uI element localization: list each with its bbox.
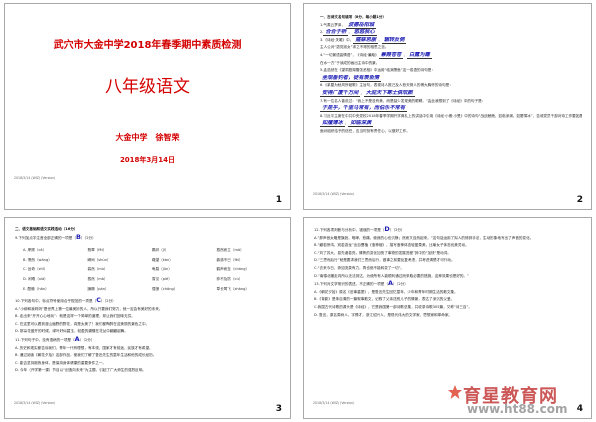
question-line: 如履薄冰，如临深渊 <box>320 120 374 128</box>
option-line: B. 通过阅读《朝花夕拾》这部作品，使我们了解了鲁迅先生的童年生活和他的成长经历… <box>15 353 157 358</box>
option-line: C.我国古代诗歌的源头是《诗经》，它是我国第一部诗歌总集，共收录诗歌305篇，又… <box>314 304 472 309</box>
question-line: 10.下列各句中，标点符号使用合乎规范的一项是（C）（2分） <box>15 297 116 304</box>
option-line: D.“南辕北辙走向所以无法到达，为使所有人能顺利通过而采取必要的措施，这种效果也… <box>314 273 469 278</box>
option-line: D. 今年（开学第一课）节目以“创造向未来”为主题，引起了广大师生的强烈反响。 <box>15 368 146 373</box>
question-line: 1.气蒸云梦泽， 波撼岳阳城 <box>320 21 377 29</box>
exam-date: 2018年3月14日 <box>119 156 176 164</box>
answer-text: 寤寐思服 <box>353 36 379 44</box>
slide-4-text: 12.下列各项判断与分析中，错误的一项是（D）（2分） A.“那声音太略是旗浪，… <box>314 226 584 319</box>
option-line: C.“去来今日，奔如流泉有力，再也绝不能转变了一切”。 <box>314 265 405 270</box>
slide-footer: 2018/3/14 (WIZ) (Version) <box>14 401 56 405</box>
option-row: E. 酣睡（hān） 蹒跚（pán） 憧憬（chōng） 草长莺飞（zhǎng） <box>23 286 249 291</box>
answer-text: 白露为霜 <box>406 51 432 59</box>
question-line: 11.下列句子中，没有语病的一项是（A）（2分） <box>15 335 95 343</box>
question-line: 在水一方”于读成的画出主诗中的景。 <box>320 60 380 65</box>
option-line: A.“那声音太略是旗浪，咆哮，悲痛，使我的心也沉静；然而又自然起来。”这句话运用… <box>314 235 534 240</box>
question-line: 于是乎，千里马常有，而伯乐不常有 <box>320 105 582 113</box>
option-grid: A. 摩擦（cā） 翡翠（fěi） 羁绊（jī） 蓦然而立（mò） B. 惘然（wǎn… <box>23 246 281 294</box>
option-line: A.“小柳和我妈妈”是世界上第一位最美妙的人，所以只要我们努力，就一定会有美好的… <box>15 306 163 311</box>
answer-text: 如履薄冰 <box>320 120 345 128</box>
option-row: D. 闲暇（xiá） 蓦然（mò） 瞥见（piē） 猝不及防（cù） <box>23 277 243 282</box>
option-line: A.《朝花夕拾》原名《旧事重提》，是鲁迅先生回忆童年、少年和青年时期生活的散文集… <box>314 289 458 294</box>
answer-text: 坐观垂钓者，徒有羡鱼情 <box>320 74 382 82</box>
section-heading: 一、古诗文名句填写（8分，每小题1分） <box>320 15 387 19</box>
slide-number: 3 <box>275 404 282 414</box>
option-row: A. 摩擦（cā） 翡翠（fěi） 羁绊（jī） 蓦然而立（mò） <box>23 248 244 253</box>
slide-number: 1 <box>275 195 282 205</box>
question-line: 3.《诗经·关雎》中， 寤寐思服，辗转反侧 <box>320 36 407 44</box>
question-line: 主人公对“窈窕淑女”求之不得的相思之苦。 <box>320 45 389 50</box>
question-line: 6.《茅屋为秋风所破歌》主旨句，表现诗人推己及人悲天悯人的博大胸怀的诗句是： <box>320 83 453 88</box>
slide-2-thumbnail[interactable]: 一、古诗文名句填写（8分，每小题1分） 1.气蒸云梦泽， 波撼岳阳城 2. 合合于… <box>303 3 592 210</box>
slide-1-thumbnail[interactable]: 武穴市大金中学2018年春季期中素质检测 八年级语文 大金中学 徐智荣 2018… <box>4 3 291 210</box>
option-line: D. 鲁迅，原名周树人，字豫才，浙江绍兴人，是现代伟大的文学家、思想家和革命家。 <box>314 312 453 317</box>
option-line: D.“三思而后行”就是要求我们三思而后行，做事之前要反复考虑，并考虑清楚才可行动… <box>314 258 455 263</box>
question-line: 13.下列对文学常识的表述，不正确的一项是（A）（2分） <box>314 280 408 288</box>
option-line: B. 走出来“开开心心地玩”：就是这样一个简单的道理，却让我们回味无穷。 <box>15 314 135 319</box>
option-line: A. 历史和现实都告诉我们，青年一代有理想，有本领，国家才有前途，民族才有希望。 <box>15 345 153 350</box>
slide-number: 2 <box>576 195 583 205</box>
answer-text: 辗转反侧 <box>381 36 407 44</box>
question-line: 面对组织给予的信任，应当时刻有责任心，以做好工作。 <box>320 128 410 133</box>
slide-footer: 2018/3/14 (WIZ) (Version) <box>313 192 355 196</box>
question-line: 7.有一位名人曾说过：“我上不是没有美，而是缺少发现美的眼睛。”由此我想到了《诗… <box>320 98 486 103</box>
option-line: B.“翩若惊鸿，宛若游龙”出自曹植《洛神赋》，描写洛神体态轻盈柔美，比喻女子体态… <box>314 243 469 248</box>
answer-text: 合合于桥 <box>323 29 349 37</box>
question-line: 安得广厦千万间，大庇天下寒士俱欢颜 <box>320 89 415 97</box>
answer-text: 悠悠我心 <box>351 29 377 37</box>
option-line: B.《背影》是朱自清的一篇叙事散文，记叙了父亲送别儿子的情景，表达了深沉的父爱。 <box>314 297 455 302</box>
question-line: 2. 合合于桥，悠悠我心 <box>320 29 377 37</box>
slide-4-thumbnail[interactable]: 12.下列各项判断与分析中，错误的一项是（D）（2分） A.“那声音太略是旗浪，… <box>303 217 592 419</box>
option-line: D. 那朵花盛开的时候，绿叶好似碧玉，轻盈的蝴蝶在花丛中翩翩起舞。 <box>15 329 128 334</box>
answer-text: 于是乎，千里马常有，而伯乐不常有 <box>320 105 408 113</box>
question-line: 坐观垂钓者，徒有羡鱼情 <box>320 74 582 83</box>
slide-2-text: 一、古诗文名句填写（8分，每小题1分） 1.气蒸云梦泽， 波撼岳阳城 2. 合合于… <box>320 14 582 136</box>
question-line: 8.习近平主席在中共中央党校2018年春季学期开学典礼上的讲话中引用《诗经·小雅… <box>320 113 582 118</box>
section-heading: 二、语文基础和语文实践活动（16分） <box>15 227 78 231</box>
option-row: C. 旨奇（zhǐ） 暮然（mù） 龟裂（jūn） 鹤声而至（cháng） <box>23 267 250 272</box>
option-row: B. 惘然（wǎng） 瞬间（shùn） 瞰望（kàn） 鼎沸不已（fèi） <box>23 257 243 262</box>
question-line: 12.下列各项判断与分析中，错误的一项是（D）（2分） <box>314 226 405 233</box>
question-line: 5.孟浩然在《望洞庭湖赠张丞相》中运用“临渊羡鱼”这一成语的诗句是： <box>320 68 435 73</box>
answer-text: 波撼岳阳城 <box>346 21 377 29</box>
answer-text: 蒹葭苍苍 <box>378 51 404 59</box>
slide-number: 4 <box>576 404 583 414</box>
question-line: 4.“一切景语皆情语”，《诗经·蒹葭》 蒹葭苍苍，白露为霜 <box>320 51 432 59</box>
slide-3-thumbnail[interactable]: 二、语文基础和语文实践活动（16分） 9.下列加点字注音全部正确的一项是（B）（… <box>4 217 291 419</box>
question-line: 9.下列加点字注音全部正确的一项是（B）（2分） <box>15 233 96 241</box>
answer-text: 安得广厦千万间 <box>320 89 361 97</box>
slide-3-header: 二、语文基础和语文实践活动（16分） 9.下列加点字注音全部正确的一项是（B）（… <box>15 226 283 242</box>
exam-school-title: 武穴市大金中学2018年春季期中素质检测 <box>53 40 242 51</box>
slide-3-questions: 10.下列各句中，标点符号使用合乎规范的一项是（C）（2分） A.“小柳和我妈妈… <box>15 297 283 375</box>
option-line: C. 在这里可以看到漫山遍野的野花，真是太美了！我们都陶醉在这美丽的景色之中。 <box>15 321 150 326</box>
slide-footer: 2018/3/14 (WIZ) (Version) <box>14 176 56 180</box>
slide-footer: 2018/3/14 (WIZ) (Version) <box>313 401 355 405</box>
answer-text: 如临深渊 <box>348 120 374 128</box>
exam-subject-title: 八年级语文 <box>105 77 190 97</box>
answer-text: 大庇天下寒士俱欢颜 <box>363 89 415 97</box>
option-line: C. 能否坚持锻炼身体，是保持身体健康的重要条件之一。 <box>15 360 107 365</box>
exam-author: 大金中学 徐智荣 <box>115 133 180 142</box>
option-line: C.“刘了苏大，葛先诸葛亮，情势的变化加快了事物的发展进程”其中的“加快”是动词… <box>314 250 451 255</box>
